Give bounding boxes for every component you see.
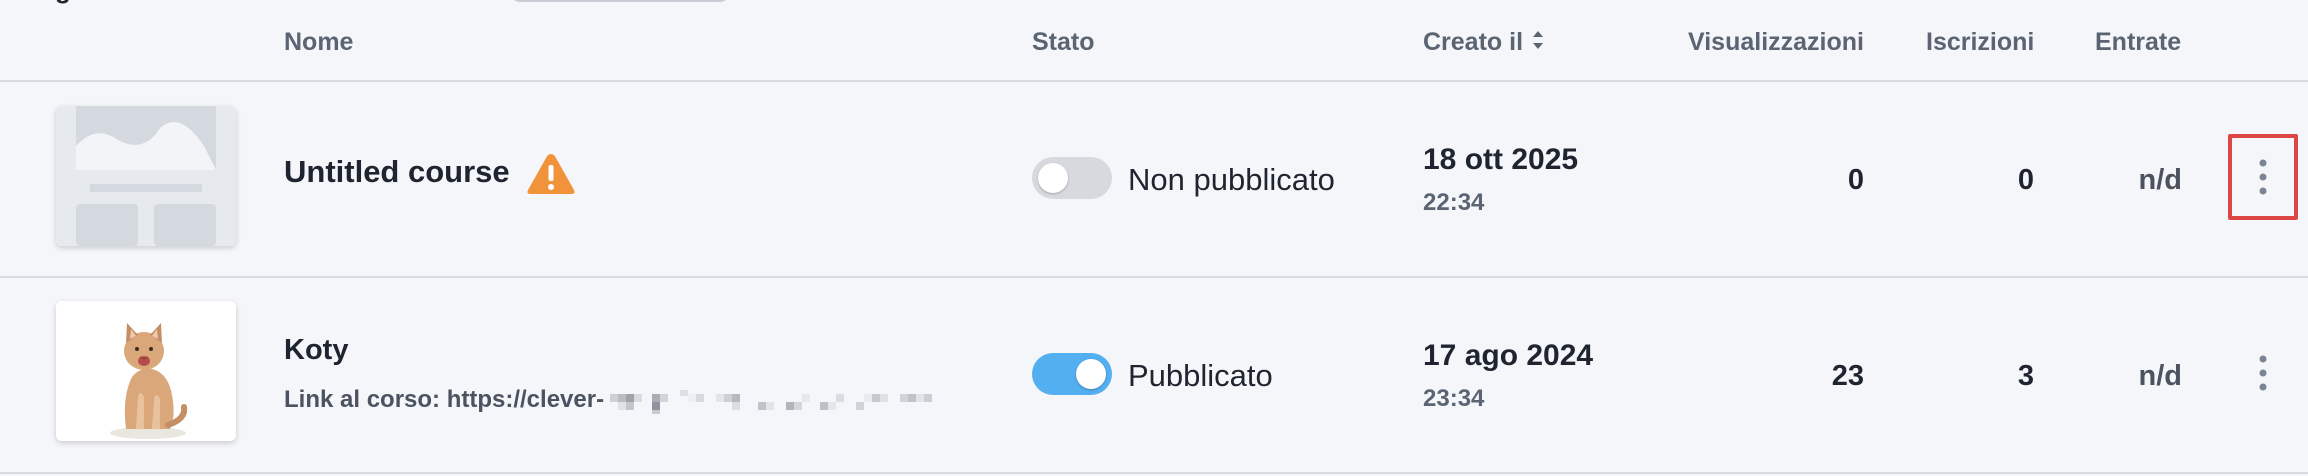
status-label: Non pubblicato	[1128, 162, 1335, 197]
column-header-status: Stato	[1032, 28, 1095, 56]
publish-toggle[interactable]	[1032, 353, 1112, 395]
revenue-value: n/d	[2138, 360, 2183, 392]
created-time: 22:34	[1423, 189, 1485, 216]
toggle-knob	[1038, 163, 1068, 193]
redacted-url-pixelation	[610, 389, 933, 414]
column-header-views: Visualizzazioni	[1688, 28, 1864, 56]
more-vertical-icon	[2259, 355, 2267, 391]
revenue-value: n/d	[2138, 164, 2183, 196]
column-header-revenue: Entrate	[2095, 28, 2182, 56]
course-thumbnail-placeholder[interactable]	[56, 106, 236, 246]
table-row[interactable]: Untitled course Non pubblicato 18 ott 20…	[0, 82, 2308, 278]
cat-photo	[56, 301, 236, 441]
views-count: 0	[1847, 164, 1864, 196]
toggle-knob	[1076, 359, 1106, 389]
created-date: 17 ago 2024	[1423, 339, 1594, 372]
table-header: Nome Stato Creato il Visualizzazioni Isc…	[0, 0, 2308, 82]
views-count: 23	[1831, 360, 1864, 392]
enrollments-count: 3	[2017, 360, 2034, 392]
course-thumbnail[interactable]	[56, 301, 236, 441]
course-link[interactable]: Link al corso: https://clever-	[284, 386, 936, 414]
course-title[interactable]: Untitled course	[284, 154, 510, 190]
created-time: 23:34	[1423, 385, 1485, 412]
course-link-text: Link al corso: https://clever-	[284, 386, 605, 413]
placeholder-image-icon	[56, 106, 236, 246]
row-actions-menu-button[interactable]	[2228, 330, 2298, 416]
table-row[interactable]: Koty Link al corso: https://clever- Pubb…	[0, 278, 2308, 474]
enrollments-count: 0	[2017, 164, 2034, 196]
more-vertical-icon	[2259, 159, 2267, 195]
column-header-name: Nome	[284, 28, 354, 56]
course-title[interactable]: Koty	[284, 334, 348, 367]
warning-icon[interactable]	[526, 152, 576, 201]
row-actions-menu-button[interactable]	[2228, 134, 2298, 220]
publish-toggle[interactable]	[1032, 157, 1112, 199]
column-header-created-label: Creato il	[1423, 28, 1524, 56]
status-label: Pubblicato	[1128, 358, 1273, 393]
sort-icon[interactable]	[1531, 29, 1545, 58]
column-header-created[interactable]: Creato il	[1423, 28, 1545, 58]
created-date: 18 ott 2025	[1423, 143, 1579, 176]
column-header-enrollments: Iscrizioni	[1926, 28, 2035, 56]
